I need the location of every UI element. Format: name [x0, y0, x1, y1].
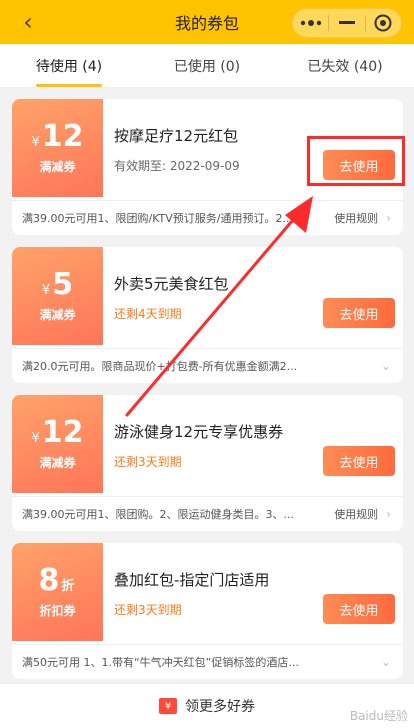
coupon-type: 满减券: [39, 307, 76, 322]
coupon-title: 外卖5元美食红包: [114, 275, 229, 293]
coupon-rule-row[interactable]: 满20.0元可用。限商品现价+打包费-所有优惠金额满2... ⌄: [12, 348, 403, 383]
currency-symbol: ¥: [31, 134, 40, 150]
usage-rules-link[interactable]: 使用规则: [334, 506, 378, 522]
tab-to-use[interactable]: 待使用 (4): [0, 44, 138, 87]
coupon-rule-text: 满39.00元可用1、限团购。2、限运动健身类目。3、...: [22, 508, 294, 521]
tab-expired[interactable]: 已失效 (40): [276, 44, 414, 87]
coupon-card: ¥ 12 满减券 游泳健身12元专享优惠券 还剩3天到期 去使用 满39.00元…: [12, 395, 403, 531]
mini-program-capsule: [292, 8, 402, 38]
tab-bar: 待使用 (4) 已使用 (0) 已失效 (40): [0, 44, 414, 88]
coupon-amount: 12: [41, 118, 84, 154]
ticket-icon: ¥: [159, 698, 177, 714]
coupon-card: ¥ 5 满减券 外卖5元美食红包 还剩4天到期 去使用 满20.0元可用。限商品…: [12, 247, 403, 383]
coupon-expiry: 有效期至: 2022-09-09: [114, 159, 240, 173]
coupon-badge: ¥ 5 满减券: [12, 247, 103, 345]
coupon-expiry: 还剩3天到期: [114, 603, 182, 617]
target-close-icon[interactable]: [366, 9, 401, 37]
back-icon[interactable]: ‹: [16, 10, 40, 34]
more-dots-icon[interactable]: [293, 9, 328, 37]
coupon-rule-text: 满50元可用 1、1.带有“牛气冲天红包”促销标签的酒店...: [22, 656, 299, 669]
coupon-type: 满减券: [39, 159, 76, 174]
chevron-down-icon: ⌄: [380, 359, 391, 373]
coupon-card: ¥ 12 满减券 按摩足疗12元红包 有效期至: 2022-09-09 去使用 …: [12, 99, 403, 235]
coupon-amount: 12: [41, 414, 84, 450]
coupon-title: 按摩足疗12元红包: [114, 127, 239, 145]
bottom-bar: ¥ 领更多好券 Baidu经验: [0, 683, 414, 728]
coupon-badge: ¥ 12 满减券: [12, 99, 103, 197]
usage-rules-link[interactable]: 使用规则: [334, 210, 378, 226]
coupon-rule-row[interactable]: 满39.00元可用1、限团购。2、限运动健身类目。3、... 使用规则 ›: [12, 496, 403, 531]
use-coupon-button[interactable]: 去使用: [323, 446, 395, 476]
get-more-coupons-button[interactable]: ¥ 领更多好券: [159, 696, 255, 716]
coupon-badge: ¥ 12 满减券: [12, 395, 103, 493]
currency-symbol: ¥: [41, 282, 51, 298]
coupon-amount: 8: [38, 562, 60, 598]
coupon-expiry: 还剩4天到期: [114, 307, 182, 321]
use-coupon-button[interactable]: 去使用: [323, 298, 395, 328]
coupon-type: 折扣券: [39, 603, 76, 618]
watermark: Baidu经验: [349, 709, 408, 723]
coupon-card: 8 折 折扣券 叠加红包-指定门店适用 还剩3天到期 去使用 满50元可用 1、…: [12, 543, 403, 679]
coupon-rule-text: 满20.0元可用。限商品现价+打包费-所有优惠金额满2...: [22, 360, 298, 373]
use-coupon-button[interactable]: 去使用: [323, 150, 395, 180]
coupon-title: 游泳健身12元专享优惠券: [114, 423, 284, 441]
minimize-icon[interactable]: [329, 9, 364, 37]
coupon-badge: 8 折 折扣券: [12, 543, 103, 641]
coupon-expiry: 还剩3天到期: [114, 455, 182, 469]
page-title: 我的券包: [174, 14, 239, 33]
tab-used[interactable]: 已使用 (0): [138, 44, 276, 87]
coupon-rule-text: 满39.00元可用1、限团购/KTV预订服务/通用预订。2...: [22, 212, 293, 225]
coupon-amount: 5: [52, 266, 74, 302]
currency-symbol: ¥: [31, 430, 40, 446]
get-more-coupons-label: 领更多好券: [185, 699, 255, 715]
chevron-down-icon: ⌄: [380, 655, 391, 669]
chevron-right-icon: ›: [386, 211, 391, 225]
coupon-rule-row[interactable]: 满39.00元可用1、限团购/KTV预订服务/通用预订。2... 使用规则 ›: [12, 200, 403, 235]
coupon-rule-row[interactable]: 满50元可用 1、1.带有“牛气冲天红包”促销标签的酒店... ⌄: [12, 644, 403, 679]
coupon-title: 叠加红包-指定门店适用: [114, 571, 270, 589]
use-coupon-button[interactable]: 去使用: [323, 594, 395, 624]
discount-unit: 折: [61, 578, 75, 594]
header-bar: ‹ 我的券包: [0, 0, 414, 44]
chevron-right-icon: ›: [386, 507, 391, 521]
coupon-type: 满减券: [39, 455, 76, 470]
